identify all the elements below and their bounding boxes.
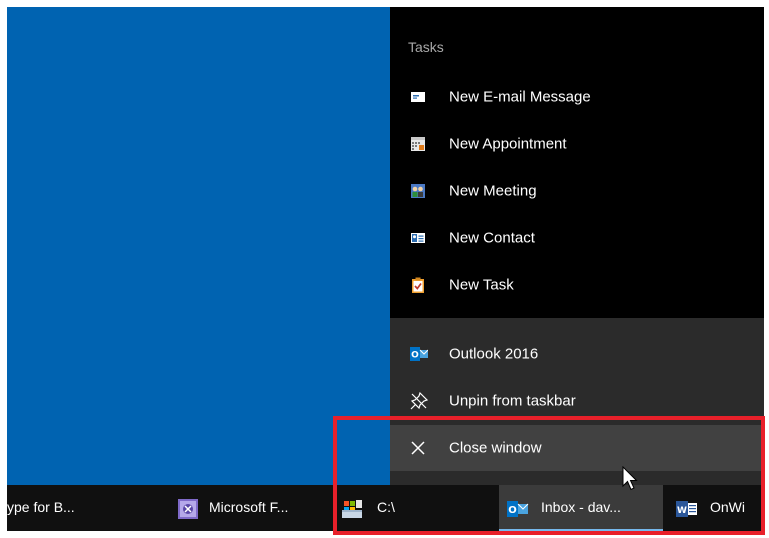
jumplist-item-new-email[interactable]: New E-mail Message xyxy=(390,74,764,120)
jumplist-item-new-appointment[interactable]: New Appointment xyxy=(390,121,764,167)
jumplist-item-label: Unpin from taskbar xyxy=(449,392,576,410)
jumplist-lower-section: O Outlook 2016 Unpin from taskbar Close … xyxy=(390,318,764,485)
jumplist-item-new-meeting[interactable]: New Meeting xyxy=(390,168,764,214)
jumplist-item-label: New Contact xyxy=(449,229,535,247)
taskbar-item-label: C:\ xyxy=(377,499,395,515)
taskbar-item-label: ype for B... xyxy=(7,499,75,515)
taskbar-item-drive-c[interactable]: C:\ xyxy=(333,485,493,531)
jumplist-item-close-window[interactable]: Close window xyxy=(390,425,764,471)
close-icon xyxy=(411,441,425,455)
jumplist-item-outlook-2016[interactable]: O Outlook 2016 xyxy=(390,331,764,377)
jumplist-item-new-contact[interactable]: New Contact xyxy=(390,215,764,261)
meeting-icon xyxy=(411,184,425,198)
jumplist-item-unpin[interactable]: Unpin from taskbar xyxy=(390,378,764,424)
word-icon: W xyxy=(676,501,697,517)
taskbar-item-skype[interactable]: ype for B... xyxy=(7,485,127,531)
taskbar-item-microsoft-f[interactable]: Microsoft F... xyxy=(169,485,329,531)
outlook-icon: O xyxy=(410,347,428,361)
svg-text:O: O xyxy=(508,505,517,516)
taskbar-item-label: Microsoft F... xyxy=(209,499,289,515)
taskbar-item-label: OnWi xyxy=(710,499,745,515)
jumplist-item-label: Close window xyxy=(449,439,542,457)
jumplist-item-label: New E-mail Message xyxy=(449,88,591,106)
svg-text:O: O xyxy=(411,351,419,361)
taskbar-item-word[interactable]: W OnWi xyxy=(668,485,764,531)
desktop-background: Tasks New E-mail Message New Appointment… xyxy=(7,7,764,531)
mouse-cursor-icon xyxy=(622,466,638,491)
forms-app-icon xyxy=(178,499,198,519)
file-explorer-drive-icon xyxy=(342,500,362,518)
email-icon xyxy=(411,92,425,102)
task-clipboard-icon xyxy=(412,277,424,293)
jumplist-item-label: New Appointment xyxy=(449,135,567,153)
jumplist-item-label: New Task xyxy=(449,276,514,294)
taskbar-item-label: Inbox - dav... xyxy=(541,499,621,515)
outlook-icon: O xyxy=(507,501,529,517)
outlook-jump-list: Tasks New E-mail Message New Appointment… xyxy=(390,7,764,485)
jumplist-item-new-task[interactable]: New Task xyxy=(390,262,764,308)
jumplist-item-label: Outlook 2016 xyxy=(449,345,539,363)
contact-card-icon xyxy=(411,233,425,243)
calendar-icon xyxy=(411,137,425,151)
tasks-heading: Tasks xyxy=(408,39,444,55)
unpin-icon xyxy=(410,392,428,410)
taskbar: ype for B... Microsoft F... C:\ O Inbox … xyxy=(7,485,764,531)
jumplist-item-label: New Meeting xyxy=(449,182,537,200)
svg-text:W: W xyxy=(677,506,687,516)
